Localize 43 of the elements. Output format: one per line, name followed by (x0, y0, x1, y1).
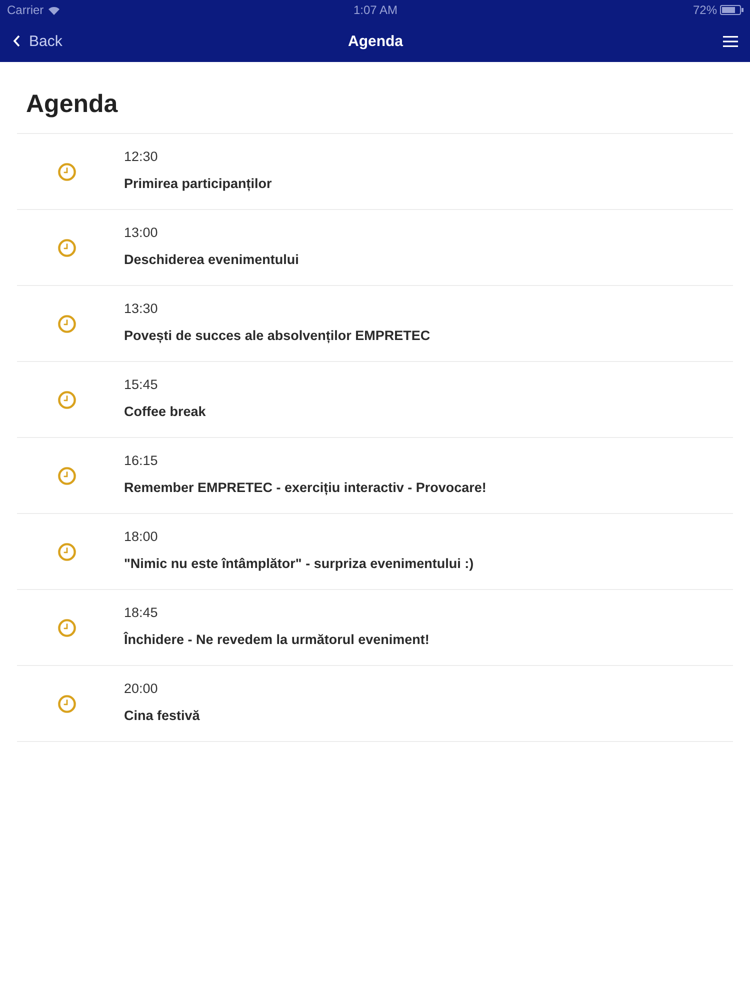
agenda-item[interactable]: 18:45 Închidere - Ne revedem la următorul eveniment! (17, 590, 733, 666)
menu-icon (723, 36, 738, 46)
agenda-title: Cina festivă (124, 707, 200, 725)
agenda-time: 13:30 (124, 300, 158, 318)
agenda-time: 20:00 (124, 680, 158, 698)
nav-title: Agenda (348, 32, 403, 50)
menu-button[interactable] (723, 36, 738, 46)
battery-icon (720, 5, 744, 15)
agenda-time: 18:00 (124, 528, 158, 546)
agenda-time: 13:00 (124, 224, 158, 242)
clock-icon (58, 162, 76, 180)
agenda-time: 16:15 (124, 452, 158, 470)
agenda-title: Coffee break (124, 403, 206, 421)
agenda-title: Primirea participanților (124, 175, 272, 193)
agenda-title: Remember EMPRETEC - exercițiu interactiv - Provocare! (124, 479, 486, 497)
agenda-item[interactable]: 15:45 Coffee break (17, 362, 733, 438)
agenda-time: 18:45 (124, 604, 158, 622)
carrier-label: Carrier (7, 3, 44, 17)
clock-icon (58, 466, 76, 484)
agenda-title: "Nimic nu este întâmplător" - surpriza evenimentului :) (124, 555, 474, 573)
agenda-title: Închidere - Ne revedem la următorul eveniment! (124, 631, 430, 649)
agenda-title: Povești de succes ale absolvenților EMPRETEC (124, 327, 430, 345)
clock-icon (58, 694, 76, 712)
battery-percentage: 72% (692, 3, 717, 17)
chevron-left-icon (13, 35, 20, 47)
back-button[interactable]: Back (13, 32, 62, 50)
agenda-time: 15:45 (124, 376, 158, 394)
agenda-item[interactable]: 20:00 Cina festivă (17, 666, 733, 742)
clock-icon (58, 314, 76, 332)
clock-icon (58, 390, 76, 408)
wifi-icon (48, 6, 60, 14)
status-time: 1:07 AM (353, 3, 398, 17)
agenda-item[interactable]: 12:30 Primirea participanților (17, 134, 733, 210)
page-title: Agenda (26, 89, 118, 119)
agenda-item[interactable]: 13:30 Povești de succes ale absolvenților EMPRETEC (17, 286, 733, 362)
agenda-title: Deschiderea evenimentului (124, 251, 299, 269)
agenda-time: 12:30 (124, 148, 158, 166)
agenda-item[interactable]: 18:00 "Nimic nu este întâmplător" - surpriza evenimentului :) (17, 514, 733, 590)
clock-icon (58, 618, 76, 636)
clock-icon (58, 238, 76, 256)
agenda-item[interactable]: 13:00 Deschiderea evenimentului (17, 210, 733, 286)
clock-icon (58, 542, 76, 560)
agenda-item[interactable]: 16:15 Remember EMPRETEC - exercițiu interactiv - Provocare! (17, 438, 733, 514)
